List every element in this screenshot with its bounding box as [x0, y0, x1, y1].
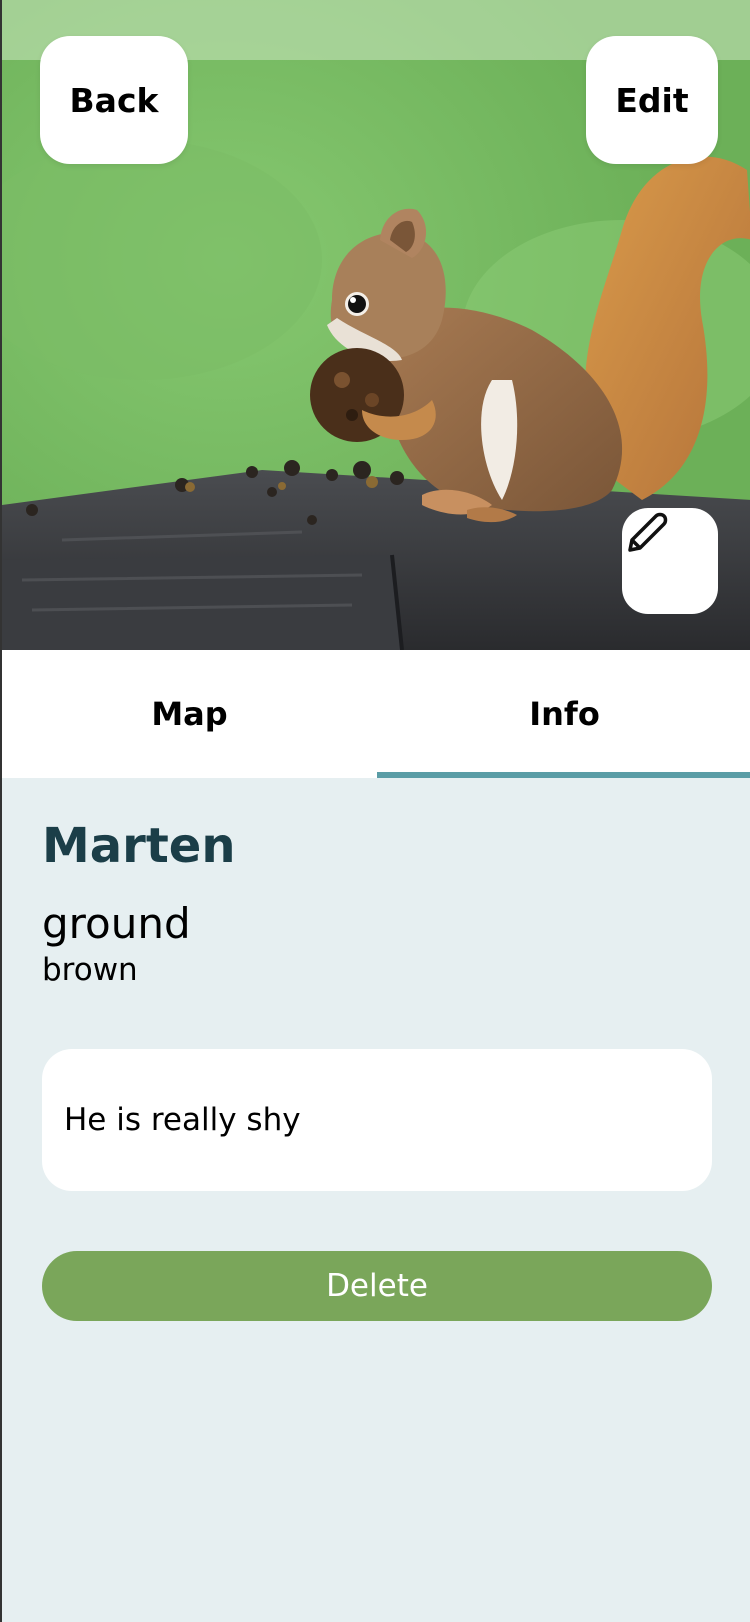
tab-map[interactable]: Map [2, 650, 377, 778]
delete-button[interactable]: Delete [42, 1251, 712, 1322]
animal-habitat: ground [42, 898, 191, 948]
back-button[interactable]: Back [40, 36, 188, 164]
edit-button[interactable]: Edit [586, 36, 718, 164]
pencil-icon [628, 512, 668, 552]
info-panel: Marten ground brown He is really shy Del… [42, 778, 714, 1322]
screen: Back Edit Map Info Marten ground brown H… [0, 0, 750, 1622]
tab-bar: Map Info [2, 650, 750, 778]
edit-photo-button[interactable] [622, 508, 718, 614]
note-text: He is really shy [64, 1102, 301, 1139]
tab-info-label: Info [529, 695, 600, 733]
note-card: He is really shy [42, 1049, 712, 1192]
animal-color: brown [42, 951, 138, 988]
edit-button-label: Edit [615, 80, 689, 120]
delete-button-label: Delete [326, 1268, 428, 1305]
tab-map-label: Map [151, 695, 228, 733]
animal-name: Marten [42, 818, 236, 874]
tab-info[interactable]: Info [377, 650, 750, 778]
back-button-label: Back [69, 80, 159, 120]
animal-photo: Back Edit [2, 0, 750, 650]
